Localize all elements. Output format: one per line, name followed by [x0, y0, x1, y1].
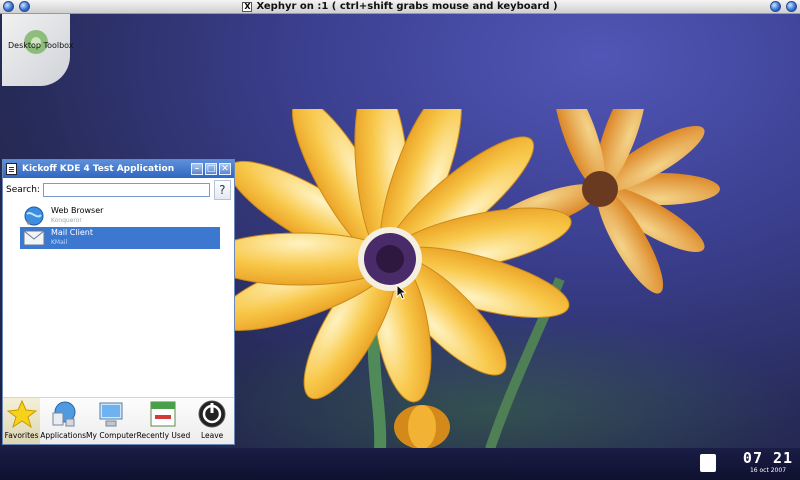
window-shade-icon[interactable] — [19, 1, 30, 12]
desktop-toolbox[interactable]: Desktop Toolbox — [2, 14, 74, 86]
computer-icon — [99, 402, 123, 427]
clock-time: 07 21 — [742, 449, 794, 467]
tab-favorites[interactable]: Favorites — [3, 398, 41, 444]
tab-label: Recently Used — [136, 431, 191, 440]
favorites-list: Web Browser Konqueror Mail Client KMail — [3, 201, 234, 393]
item-description: Konqueror — [51, 217, 82, 224]
search-input[interactable] — [42, 183, 210, 197]
help-button[interactable]: ? — [213, 180, 231, 200]
toolbox-label: Desktop Toolbox — [8, 41, 74, 50]
window-menu-icon[interactable] — [3, 1, 14, 12]
calendar-icon — [150, 401, 176, 427]
kickoff-title: Kickoff KDE 4 Test Application — [22, 164, 175, 174]
search-bar: Search: ? — [3, 179, 234, 201]
item-name: Mail Client — [51, 228, 93, 237]
kickoff-tabbar: Favorites Applications My Computer Recen… — [3, 397, 234, 444]
kickoff-window: Kickoff KDE 4 Test Application – □ ✕ Sea… — [2, 159, 235, 445]
xephyr-titlebar[interactable]: X Xephyr on :1 ( ctrl+shift grabs mouse … — [0, 0, 800, 14]
tab-label: Applications — [40, 431, 87, 440]
tab-my-computer[interactable]: My Computer — [86, 398, 137, 444]
item-name: Web Browser — [51, 206, 104, 215]
star-icon — [6, 399, 37, 429]
mouse-cursor-icon — [396, 284, 406, 300]
xephyr-title-text: Xephyr on :1 ( ctrl+shift grabs mouse an… — [256, 1, 558, 12]
tab-recently-used[interactable]: Recently Used — [136, 398, 191, 444]
maximize-button[interactable]: □ — [205, 163, 217, 175]
power-icon — [198, 400, 226, 428]
wallpaper-flower — [204, 109, 720, 448]
mail-icon — [23, 230, 45, 246]
clock[interactable]: 07 21 16 oct 2007 — [740, 450, 796, 475]
tab-label: My Computer — [86, 431, 137, 440]
applications-icon — [52, 401, 76, 427]
globe-icon — [24, 206, 44, 226]
list-item-mail-client[interactable]: Mail Client KMail — [20, 227, 220, 249]
list-item-web-browser[interactable]: Web Browser Konqueror — [20, 205, 220, 227]
x-logo-icon: X — [242, 1, 253, 12]
kickoff-titlebar[interactable]: Kickoff KDE 4 Test Application – □ ✕ — [3, 160, 234, 178]
application-icon — [6, 163, 17, 175]
minimize-button[interactable]: – — [191, 163, 203, 175]
close-button[interactable]: ✕ — [219, 163, 231, 175]
window-minimize-icon[interactable] — [770, 1, 781, 12]
tab-leave[interactable]: Leave — [190, 398, 234, 444]
tab-label: Favorites — [4, 431, 39, 440]
tab-label: Leave — [200, 431, 224, 440]
clock-date: 16 oct 2007 — [749, 467, 787, 474]
item-description: KMail — [51, 239, 68, 246]
tab-applications[interactable]: Applications — [40, 398, 86, 444]
xephyr-title: X Xephyr on :1 ( ctrl+shift grabs mouse … — [242, 1, 558, 12]
clipboard-tray-icon[interactable] — [700, 454, 716, 472]
window-close-icon[interactable] — [786, 1, 797, 12]
search-label: Search: — [6, 185, 40, 195]
taskbar: 07 21 16 oct 2007 — [0, 448, 800, 480]
